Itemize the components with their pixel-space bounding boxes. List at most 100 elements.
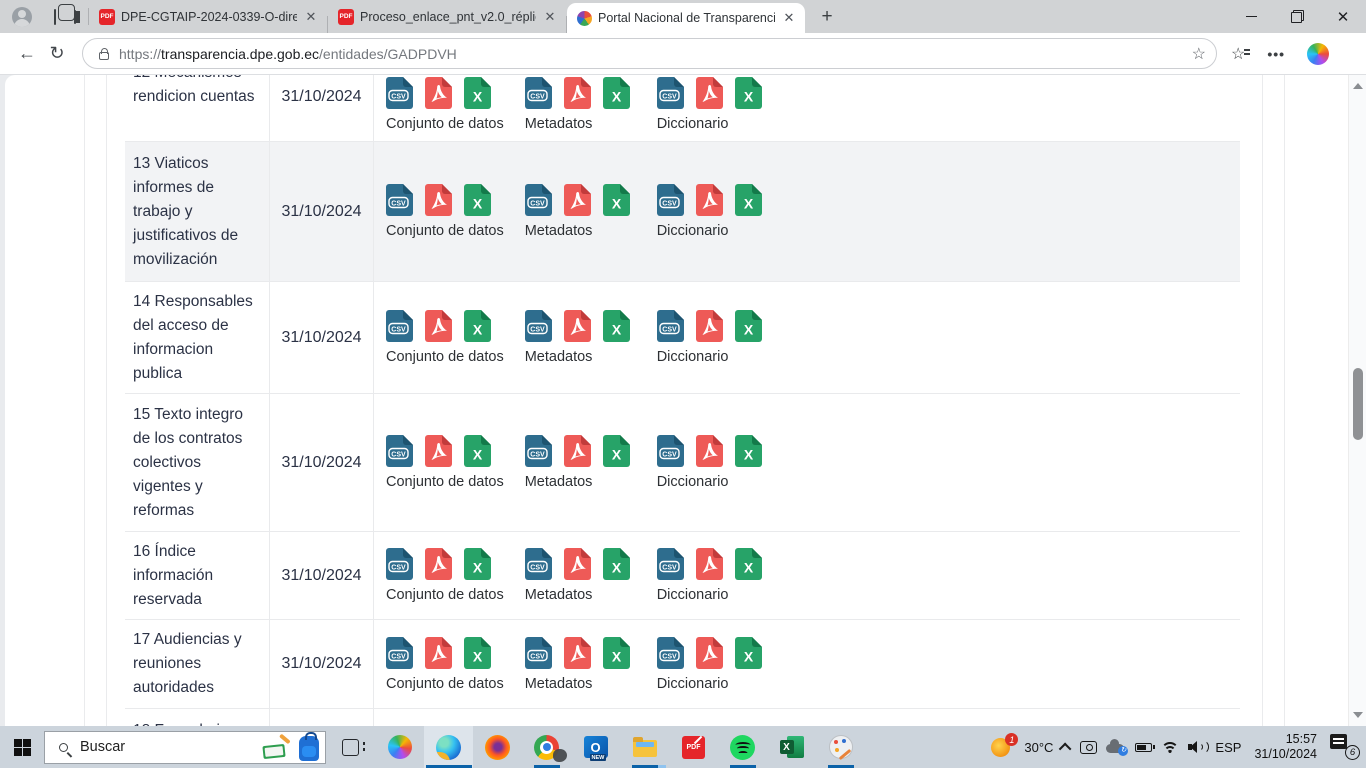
battery-icon[interactable] (1135, 743, 1152, 752)
taskbar-search-box[interactable]: Buscar (44, 731, 326, 764)
scrollbar-thumb[interactable] (1353, 368, 1363, 440)
copilot-icon[interactable] (1307, 43, 1329, 65)
pdf-file-icon[interactable] (425, 77, 452, 109)
pdf-file-icon[interactable] (696, 435, 723, 467)
volume-icon[interactable] (1188, 740, 1206, 754)
download-group-label[interactable]: Metadatos (525, 474, 630, 490)
download-group-label[interactable]: Metadatos (525, 223, 630, 239)
language-indicator[interactable]: ESP (1215, 740, 1241, 755)
pdf-file-icon[interactable] (425, 637, 452, 669)
onedrive-icon[interactable]: ↻ (1106, 740, 1126, 754)
xls-file-icon[interactable]: X (603, 548, 630, 580)
taskbar-app-outlook[interactable]: ONEW (571, 726, 620, 768)
pdf-file-icon[interactable] (696, 637, 723, 669)
xls-file-icon[interactable]: X (735, 77, 762, 109)
pdf-file-icon[interactable] (696, 548, 723, 580)
download-group-label[interactable]: Metadatos (525, 587, 630, 603)
notification-center-icon[interactable]: 6 (1330, 734, 1360, 760)
pdf-file-icon[interactable] (564, 310, 591, 342)
xls-file-icon[interactable]: X (735, 637, 762, 669)
pdf-file-icon[interactable] (564, 637, 591, 669)
scroll-up-icon[interactable] (1353, 83, 1363, 89)
hidden-icons-chevron-icon[interactable] (1059, 742, 1072, 755)
download-group-label[interactable]: Diccionario (657, 116, 762, 132)
taskbar-app-spotify[interactable] (718, 726, 767, 768)
address-bar[interactable]: https://transparencia.dpe.gob.ec/entidad… (82, 38, 1217, 69)
meet-now-icon[interactable] (1080, 741, 1097, 754)
taskbar-app-copilot[interactable] (375, 726, 424, 768)
xls-file-icon[interactable]: X (603, 77, 630, 109)
pdf-file-icon[interactable] (425, 548, 452, 580)
pdf-file-icon[interactable] (696, 310, 723, 342)
csv-file-icon[interactable]: CSV (525, 77, 552, 109)
tab-close-icon[interactable]: ✕ (542, 9, 558, 25)
taskbar-app-chrome[interactable] (522, 726, 571, 768)
profile-avatar[interactable] (12, 7, 32, 27)
csv-file-icon[interactable]: CSV (386, 77, 413, 109)
weather-widget[interactable]: 1 (991, 735, 1015, 759)
xls-file-icon[interactable]: X (464, 435, 491, 467)
xls-file-icon[interactable]: X (603, 184, 630, 216)
csv-file-icon[interactable]: CSV (386, 310, 413, 342)
back-button[interactable]: ← (12, 39, 42, 69)
csv-file-icon[interactable]: CSV (525, 548, 552, 580)
download-group-label[interactable]: Metadatos (525, 349, 630, 365)
close-window-button[interactable]: ✕ (1320, 0, 1366, 33)
pdf-file-icon[interactable] (696, 77, 723, 109)
taskbar-app-pdf-app[interactable]: PDF (669, 726, 718, 768)
xls-file-icon[interactable]: X (464, 310, 491, 342)
download-group-label[interactable]: Metadatos (525, 116, 630, 132)
download-group-label[interactable]: Metadatos (525, 676, 630, 692)
taskbar-app-file-explorer[interactable] (620, 726, 669, 768)
csv-file-icon[interactable]: CSV (525, 435, 552, 467)
tab-close-icon[interactable]: ✕ (303, 9, 319, 25)
pdf-file-icon[interactable] (425, 435, 452, 467)
download-group-label[interactable]: Diccionario (657, 349, 762, 365)
download-group-label[interactable]: Diccionario (657, 474, 762, 490)
xls-file-icon[interactable]: X (603, 435, 630, 467)
xls-file-icon[interactable]: X (735, 184, 762, 216)
csv-file-icon[interactable]: CSV (386, 548, 413, 580)
browser-tab[interactable]: PDF Proceso_enlace_pnt_v2.0_réplica_ ✕ (328, 0, 566, 33)
download-group-label[interactable]: Conjunto de datos (386, 116, 504, 132)
settings-menu-icon[interactable]: ••• (1267, 46, 1285, 62)
pdf-file-icon[interactable] (425, 184, 452, 216)
csv-file-icon[interactable]: CSV (657, 77, 684, 109)
taskbar-app-firefox[interactable] (473, 726, 522, 768)
xls-file-icon[interactable]: X (464, 77, 491, 109)
favorites-icon[interactable]: ☆ (1231, 44, 1245, 64)
taskbar-app-task-view[interactable] (326, 726, 375, 768)
download-group-label[interactable]: Diccionario (657, 223, 762, 239)
csv-file-icon[interactable]: CSV (657, 435, 684, 467)
xls-file-icon[interactable]: X (735, 548, 762, 580)
pdf-file-icon[interactable] (564, 435, 591, 467)
clock-widget[interactable]: 15:57 31/10/2024 (1254, 732, 1317, 762)
csv-file-icon[interactable]: CSV (657, 184, 684, 216)
start-button[interactable] (0, 726, 44, 768)
pdf-file-icon[interactable] (696, 184, 723, 216)
csv-file-icon[interactable]: CSV (525, 184, 552, 216)
workspaces-icon[interactable] (44, 6, 66, 28)
download-group-label[interactable]: Conjunto de datos (386, 223, 504, 239)
tab-close-icon[interactable]: ✕ (781, 10, 797, 26)
minimize-button[interactable] (1228, 0, 1274, 33)
xls-file-icon[interactable]: X (464, 637, 491, 669)
download-group-label[interactable]: Conjunto de datos (386, 349, 504, 365)
xls-file-icon[interactable]: X (603, 637, 630, 669)
bookmark-star-icon[interactable]: ☆ (1192, 44, 1206, 64)
page-scrollbar[interactable] (1348, 75, 1366, 726)
download-group-label[interactable]: Conjunto de datos (386, 676, 504, 692)
csv-file-icon[interactable]: CSV (657, 637, 684, 669)
xls-file-icon[interactable]: X (735, 310, 762, 342)
browser-tab[interactable]: Portal Nacional de Transparencia ✕ (567, 3, 805, 33)
wifi-icon[interactable] (1161, 740, 1179, 754)
download-group-label[interactable]: Diccionario (657, 587, 762, 603)
browser-tab[interactable]: PDF DPE-CGTAIP-2024-0339-O-directri ✕ (89, 0, 327, 33)
download-group-label[interactable]: Conjunto de datos (386, 474, 504, 490)
xls-file-icon[interactable]: X (464, 548, 491, 580)
restore-button[interactable] (1274, 0, 1320, 33)
new-tab-button[interactable]: + (813, 3, 841, 31)
scroll-down-icon[interactable] (1353, 712, 1363, 718)
xls-file-icon[interactable]: X (735, 435, 762, 467)
pdf-file-icon[interactable] (564, 548, 591, 580)
